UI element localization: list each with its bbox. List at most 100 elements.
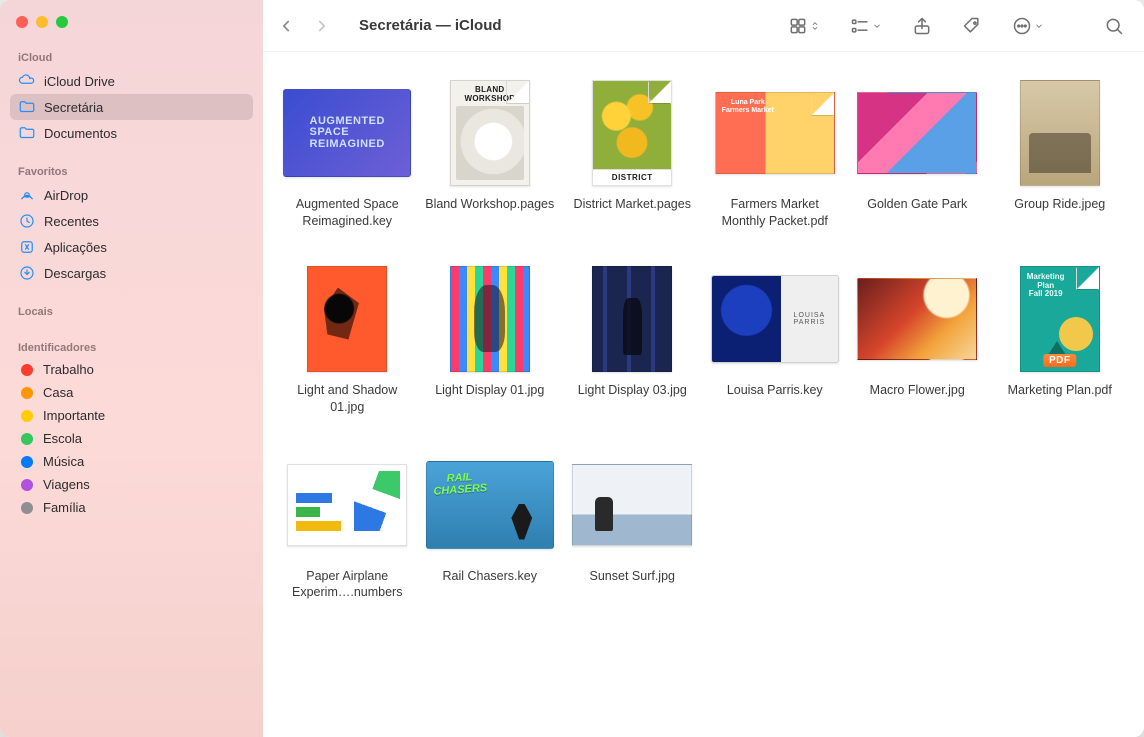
file-item[interactable]: AUGMENTEDSPACEREIMAGINEDAugmented Space …	[281, 78, 414, 230]
file-name: Paper Airplane Experim….numbers	[281, 568, 414, 602]
window-controls	[10, 12, 253, 46]
minimize-window-button[interactable]	[36, 16, 48, 28]
sidebar-item-label: Aplicações	[44, 240, 107, 255]
file-thumbnail	[566, 450, 698, 560]
tag-color-dot	[21, 364, 33, 376]
file-thumbnail	[851, 264, 983, 374]
sidebar-item-label: Documentos	[44, 126, 117, 141]
zoom-window-button[interactable]	[56, 16, 68, 28]
tag-item[interactable]: Importante	[10, 404, 253, 427]
sidebar-item-aplicacoes[interactable]: Aplicações	[10, 234, 253, 260]
close-window-button[interactable]	[16, 16, 28, 28]
file-item[interactable]: Light and Shadow 01.jpg	[281, 264, 414, 416]
tag-item[interactable]: Família	[10, 496, 253, 519]
group-by-button[interactable]	[844, 12, 888, 40]
file-name: Light Display 01.jpg	[435, 382, 544, 399]
chevron-down-icon	[872, 21, 882, 31]
sidebar-item-label: Secretária	[44, 100, 103, 115]
tag-label: Viagens	[43, 477, 90, 492]
sidebar: iCloud iCloud DriveSecretáriaDocumentos …	[0, 0, 263, 737]
view-mode-button[interactable]	[782, 12, 826, 40]
file-grid: AUGMENTEDSPACEREIMAGINEDAugmented Space …	[281, 78, 1126, 601]
chevron-down-icon	[1034, 21, 1044, 31]
finder-window: iCloud iCloud DriveSecretáriaDocumentos …	[0, 0, 1144, 737]
sidebar-item-label: iCloud Drive	[44, 74, 115, 89]
toolbar: Secretária — iCloud	[263, 0, 1144, 52]
sidebar-item-recentes[interactable]: Recentes	[10, 208, 253, 234]
file-item[interactable]: Paper Airplane Experim….numbers	[281, 450, 414, 602]
file-name: Macro Flower.jpg	[870, 382, 965, 399]
download-icon	[18, 264, 36, 282]
sidebar-section-identificadores: Identificadores	[10, 336, 253, 358]
actions-button[interactable]	[1006, 12, 1050, 40]
pdf-badge: PDF	[1043, 354, 1077, 367]
share-button[interactable]	[906, 12, 938, 40]
file-item[interactable]: Light Display 03.jpg	[566, 264, 699, 416]
sidebar-item-icloud-drive[interactable]: iCloud Drive	[10, 68, 253, 94]
tags-button[interactable]	[956, 12, 988, 40]
tag-item[interactable]: Viagens	[10, 473, 253, 496]
tag-color-dot	[21, 410, 33, 422]
tag-color-dot	[21, 502, 33, 514]
tag-item[interactable]: Música	[10, 450, 253, 473]
file-name: Sunset Surf.jpg	[590, 568, 675, 585]
file-thumbnail: AUGMENTEDSPACEREIMAGINED	[281, 78, 413, 188]
file-name: Group Ride.jpeg	[1014, 196, 1105, 213]
back-button[interactable]	[277, 17, 295, 35]
file-thumbnail	[424, 264, 556, 374]
folder-icon	[18, 124, 36, 142]
tag-label: Família	[43, 500, 86, 515]
file-item[interactable]: MarketingPlanFall 2019PDFMarketing Plan.…	[994, 264, 1127, 416]
updown-icon	[810, 21, 820, 31]
file-name: Farmers Market Monthly Packet.pdf	[709, 196, 842, 230]
sidebar-item-label: Descargas	[44, 266, 106, 281]
file-item[interactable]: DISTRICTDistrict Market.pages	[566, 78, 699, 230]
sidebar-item-documentos[interactable]: Documentos	[10, 120, 253, 146]
cloud-icon	[18, 72, 36, 90]
sidebar-section-icloud: iCloud	[10, 46, 253, 68]
tag-item[interactable]: Trabalho	[10, 358, 253, 381]
file-item[interactable]: Group Ride.jpeg	[994, 78, 1127, 230]
file-browser[interactable]: AUGMENTEDSPACEREIMAGINEDAugmented Space …	[263, 52, 1144, 737]
file-thumbnail: MarketingPlanFall 2019PDF	[994, 264, 1126, 374]
main-area: Secretária — iCloud	[263, 0, 1144, 737]
file-item[interactable]: Light Display 01.jpg	[424, 264, 557, 416]
sidebar-item-label: AirDrop	[44, 188, 88, 203]
file-item[interactable]: Macro Flower.jpg	[851, 264, 984, 416]
file-thumbnail: LOUISAPARRIS	[709, 264, 841, 374]
file-item[interactable]: Luna ParkFarmers MarketFarmers Market Mo…	[709, 78, 842, 230]
file-thumbnail	[281, 450, 413, 560]
file-item[interactable]: Golden Gate Park	[851, 78, 984, 230]
file-name: Light Display 03.jpg	[578, 382, 687, 399]
group-icon	[850, 16, 870, 36]
window-title: Secretária — iCloud	[359, 17, 502, 34]
file-item[interactable]: LOUISAPARRIS Louisa Parris.key	[709, 264, 842, 416]
tag-item[interactable]: Escola	[10, 427, 253, 450]
tag-color-dot	[21, 479, 33, 491]
chevron-left-icon	[277, 17, 295, 35]
sidebar-item-airdrop[interactable]: AirDrop	[10, 182, 253, 208]
grid-icon	[788, 16, 808, 36]
tag-color-dot	[21, 433, 33, 445]
tag-color-dot	[21, 456, 33, 468]
tag-label: Escola	[43, 431, 82, 446]
forward-button[interactable]	[313, 17, 331, 35]
sidebar-item-secretaria[interactable]: Secretária	[10, 94, 253, 120]
clock-icon	[18, 212, 36, 230]
nav-arrows	[277, 17, 331, 35]
file-thumbnail: RAILCHASERS	[424, 450, 556, 560]
tag-color-dot	[21, 387, 33, 399]
tag-item[interactable]: Casa	[10, 381, 253, 404]
file-thumbnail	[994, 78, 1126, 188]
sidebar-item-descargas[interactable]: Descargas	[10, 260, 253, 286]
share-icon	[912, 16, 932, 36]
file-item[interactable]: BLANDWORKSHOPBland Workshop.pages	[424, 78, 557, 230]
file-name: Light and Shadow 01.jpg	[281, 382, 414, 416]
file-item[interactable]: Sunset Surf.jpg	[566, 450, 699, 602]
file-item[interactable]: RAILCHASERSRail Chasers.key	[424, 450, 557, 602]
search-button[interactable]	[1098, 12, 1130, 40]
file-name: Louisa Parris.key	[727, 382, 823, 399]
file-name: Golden Gate Park	[867, 196, 967, 213]
file-name: Bland Workshop.pages	[425, 196, 554, 213]
tag-label: Casa	[43, 385, 73, 400]
